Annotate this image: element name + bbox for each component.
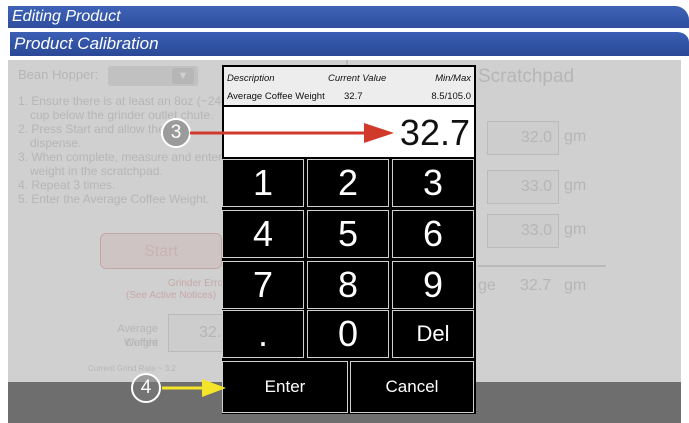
- key-9[interactable]: 9: [392, 261, 474, 309]
- key-5[interactable]: 5: [307, 210, 389, 258]
- key-0[interactable]: 0: [307, 310, 389, 358]
- minmax-value: 8.5/105.0: [431, 91, 471, 102]
- key-4[interactable]: 4: [222, 210, 304, 258]
- description-header: Description: [227, 73, 275, 84]
- key-1[interactable]: 1: [222, 159, 304, 207]
- minmax-header: Min/Max: [435, 73, 471, 84]
- enter-button[interactable]: Enter: [222, 361, 348, 413]
- window-title: Editing Product: [8, 6, 689, 28]
- key-2[interactable]: 2: [307, 159, 389, 207]
- arrow-right-icon: [190, 123, 394, 143]
- arrow-right-icon: [162, 379, 226, 397]
- key-8[interactable]: 8: [307, 261, 389, 309]
- key-7[interactable]: 7: [222, 261, 304, 309]
- key-decimal[interactable]: .: [222, 310, 304, 358]
- key-6[interactable]: 6: [392, 210, 474, 258]
- display-value: 32.7: [399, 112, 470, 153]
- cancel-button[interactable]: Cancel: [350, 361, 474, 413]
- key-3[interactable]: 3: [392, 159, 474, 207]
- keypad-dialog: Description Current Value Min/Max Averag…: [222, 65, 476, 414]
- section-title: Product Calibration: [8, 30, 689, 58]
- keypad-header: Description Current Value Min/Max Averag…: [224, 67, 474, 105]
- current-value: 32.7: [344, 91, 363, 102]
- key-delete[interactable]: Del: [392, 310, 474, 358]
- description-value: Average Coffee Weight: [227, 91, 325, 102]
- current-value-header: Current Value: [328, 73, 387, 84]
- callout-3: 3: [161, 118, 191, 148]
- callout-4: 4: [131, 373, 161, 403]
